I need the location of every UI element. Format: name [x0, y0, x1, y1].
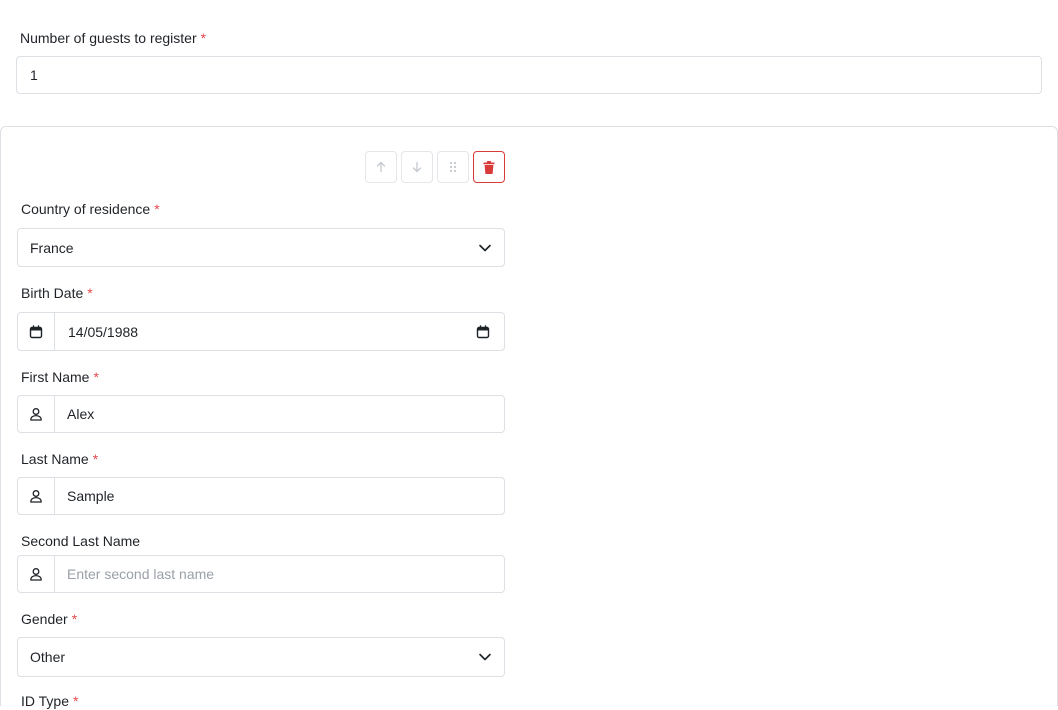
delete-guest-button[interactable]	[473, 151, 505, 183]
gender-select[interactable]: Other	[17, 637, 505, 677]
birth-date-field: 14/05/1988	[55, 324, 504, 340]
required-mark: *	[93, 369, 99, 385]
id-type-label: ID Type *	[21, 693, 79, 709]
move-down-button[interactable]	[401, 151, 433, 183]
required-mark: *	[92, 451, 99, 467]
arrow-up-icon	[376, 161, 386, 173]
first-name-label: First Name *	[21, 369, 99, 385]
first-name-input[interactable]: Alex	[17, 395, 505, 433]
required-mark: *	[71, 611, 78, 627]
last-name-label: Last Name *	[21, 451, 99, 467]
move-up-button[interactable]	[365, 151, 397, 183]
chevron-down-icon	[479, 653, 491, 661]
second-last-name-placeholder: Enter second last name	[67, 566, 215, 582]
birth-date-addon	[18, 313, 55, 350]
gender-label: Gender *	[21, 611, 78, 627]
second-last-name-label: Second Last Name	[21, 533, 141, 549]
calendar-icon	[29, 324, 43, 338]
required-mark: *	[200, 30, 207, 46]
chevron-down-icon	[479, 244, 491, 251]
calendar-picker-icon[interactable]	[476, 324, 490, 339]
user-icon	[30, 490, 42, 503]
guests-count-input[interactable]: 1	[16, 56, 1042, 94]
user-icon	[30, 568, 42, 581]
drag-handle-icon	[449, 161, 457, 173]
last-name-addon	[18, 478, 55, 514]
birth-date-label: Birth Date *	[21, 285, 93, 301]
country-label: Country of residence *	[21, 201, 160, 217]
arrow-down-icon	[412, 161, 422, 173]
guests-count-label: Number of guests to register *	[20, 30, 207, 46]
second-last-name-addon	[18, 556, 55, 592]
user-icon	[30, 408, 42, 421]
trash-icon	[483, 160, 495, 174]
country-select[interactable]: France	[17, 228, 505, 267]
second-last-name-input[interactable]: Enter second last name	[17, 555, 505, 593]
birth-date-input[interactable]: 14/05/1988	[17, 312, 505, 351]
required-mark: *	[154, 201, 160, 217]
required-mark: *	[73, 693, 79, 709]
guest-card-toolbar	[365, 151, 505, 183]
drag-handle-button[interactable]	[437, 151, 469, 183]
required-mark: *	[87, 285, 93, 301]
first-name-addon	[18, 396, 55, 432]
last-name-input[interactable]: Sample	[17, 477, 505, 515]
